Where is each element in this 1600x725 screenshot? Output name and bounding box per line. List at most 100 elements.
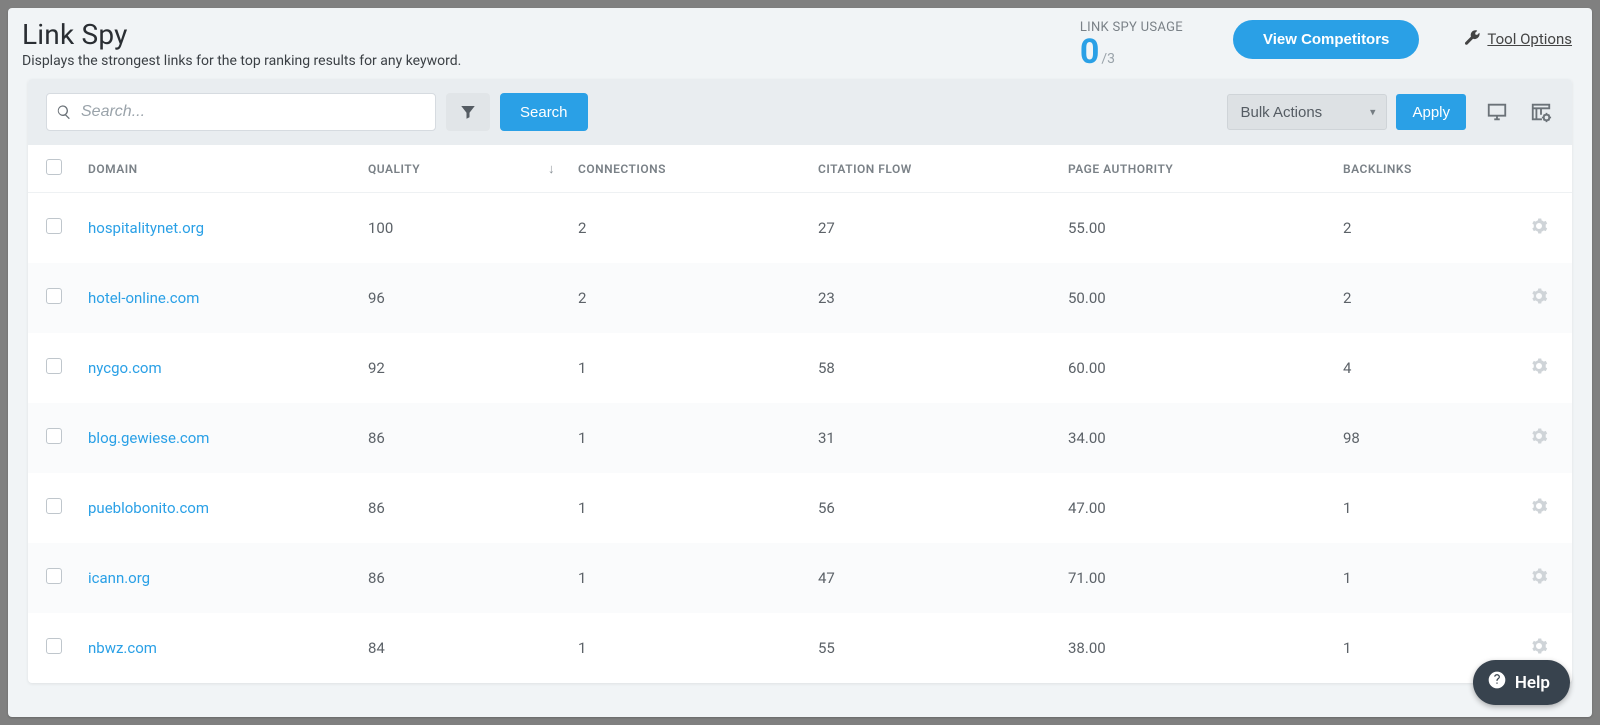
toolbar: Search Bulk Actions Apply (28, 79, 1572, 145)
cell-quality: 84 (368, 613, 548, 683)
tool-options-label: Tool Options (1487, 30, 1572, 48)
usage-used: 0 (1080, 35, 1100, 69)
cell-page-authority: 71.00 (1068, 543, 1343, 613)
table-row: icann.org8614771.001 (28, 543, 1572, 613)
usage-block: LINK SPY USAGE 0/3 (1080, 20, 1183, 69)
domain-link[interactable]: hospitalitynet.org (88, 219, 204, 237)
cell-page-authority: 55.00 (1068, 193, 1343, 264)
column-settings-button[interactable] (1528, 99, 1554, 125)
cell-connections: 1 (578, 403, 818, 473)
table-row: nycgo.com 92 15860.004 (28, 333, 1572, 403)
cell-connections: 1 (578, 613, 818, 683)
cell-citation-flow: 47 (818, 543, 1068, 613)
cell-quality: 92 (368, 333, 548, 403)
help-icon (1487, 670, 1507, 695)
bulk-actions-select[interactable]: Bulk Actions (1227, 94, 1387, 130)
content-card: Search Bulk Actions Apply DOMAIN QUALI (28, 79, 1572, 683)
cell-quality: 86 (368, 543, 548, 613)
row-settings-button[interactable] (1530, 571, 1548, 589)
domain-link[interactable]: nycgo.com (88, 359, 162, 377)
column-header-connections[interactable]: CONNECTIONS (578, 145, 818, 193)
row-checkbox[interactable] (46, 568, 62, 584)
usage-total: 3 (1107, 51, 1115, 67)
column-header-citation-flow[interactable]: CITATION FLOW (818, 145, 1068, 193)
domain-link[interactable]: icann.org (88, 569, 150, 587)
cell-citation-flow: 56 (818, 473, 1068, 543)
help-button[interactable]: Help (1473, 660, 1570, 705)
cell-citation-flow: 58 (818, 333, 1068, 403)
cell-page-authority: 60.00 (1068, 333, 1343, 403)
select-all-checkbox[interactable] (46, 159, 62, 175)
help-label: Help (1515, 673, 1550, 693)
apply-button[interactable]: Apply (1396, 94, 1466, 130)
domain-link[interactable]: blog.gewiese.com (88, 429, 209, 447)
view-competitors-button[interactable]: View Competitors (1233, 20, 1419, 59)
cell-backlinks: 1 (1343, 543, 1512, 613)
row-settings-button[interactable] (1530, 221, 1548, 239)
cell-backlinks: 1 (1343, 473, 1512, 543)
search-input[interactable] (46, 93, 436, 131)
cell-page-authority: 34.00 (1068, 403, 1343, 473)
table-row: blog.gewiese.com 86 13134.0098 (28, 403, 1572, 473)
wrench-icon (1463, 28, 1481, 50)
cell-quality: 96 (368, 263, 548, 333)
row-checkbox[interactable] (46, 218, 62, 234)
row-settings-button[interactable] (1530, 641, 1548, 659)
top-header: Link Spy Displays the strongest links fo… (8, 8, 1592, 79)
usage-value: 0/3 (1080, 35, 1183, 69)
cell-citation-flow: 55 (818, 613, 1068, 683)
search-icon (56, 104, 72, 120)
cell-backlinks: 2 (1343, 193, 1512, 264)
row-checkbox[interactable] (46, 498, 62, 514)
row-checkbox[interactable] (46, 428, 62, 444)
sort-indicator-icon[interactable]: ↓ (548, 162, 555, 177)
row-settings-button[interactable] (1530, 501, 1548, 519)
table-row: nbwz.com8415538.001 (28, 613, 1572, 683)
cell-connections: 2 (578, 193, 818, 264)
cell-quality: 86 (368, 403, 548, 473)
column-header-page-authority[interactable]: PAGE AUTHORITY (1068, 145, 1343, 193)
domain-link[interactable]: nbwz.com (88, 639, 157, 657)
row-settings-button[interactable] (1530, 291, 1548, 309)
page-subtitle: Displays the strongest links for the top… (22, 53, 1060, 69)
cell-citation-flow: 31 (818, 403, 1068, 473)
table-gear-icon (1530, 101, 1552, 123)
cell-connections: 1 (578, 333, 818, 403)
cell-page-authority: 38.00 (1068, 613, 1343, 683)
table-row: hotel-online.com9622350.002 (28, 263, 1572, 333)
domain-link[interactable]: hotel-online.com (88, 289, 199, 307)
results-table: DOMAIN QUALITY ↓ CONNECTIONS CITATION FL… (28, 145, 1572, 683)
column-header-domain[interactable]: DOMAIN (88, 145, 368, 193)
row-settings-button[interactable] (1530, 431, 1548, 449)
page-title: Link Spy (22, 18, 1060, 51)
monitor-icon (1486, 101, 1508, 123)
row-checkbox[interactable] (46, 288, 62, 304)
row-checkbox[interactable] (46, 358, 62, 374)
cell-backlinks: 2 (1343, 263, 1512, 333)
cell-backlinks: 4 (1343, 333, 1512, 403)
domain-link[interactable]: pueblobonito.com (88, 499, 209, 517)
cell-backlinks: 98 (1343, 403, 1512, 473)
cell-page-authority: 50.00 (1068, 263, 1343, 333)
column-header-backlinks[interactable]: BACKLINKS (1343, 145, 1512, 193)
row-checkbox[interactable] (46, 638, 62, 654)
filter-button[interactable] (446, 93, 490, 131)
table-row: hospitalitynet.org10022755.002 (28, 193, 1572, 264)
row-settings-button[interactable] (1530, 361, 1548, 379)
app-frame: Link Spy Displays the strongest links fo… (8, 8, 1592, 717)
search-button[interactable]: Search (500, 93, 588, 131)
column-header-quality[interactable]: QUALITY (368, 145, 548, 193)
tool-options-link[interactable]: Tool Options (1463, 28, 1572, 50)
cell-quality: 86 (368, 473, 548, 543)
search-input-wrap (46, 93, 436, 131)
cell-connections: 1 (578, 473, 818, 543)
cell-citation-flow: 27 (818, 193, 1068, 264)
display-settings-button[interactable] (1484, 99, 1510, 125)
table-row: pueblobonito.com8615647.001 (28, 473, 1572, 543)
cell-connections: 2 (578, 263, 818, 333)
cell-citation-flow: 23 (818, 263, 1068, 333)
cell-page-authority: 47.00 (1068, 473, 1343, 543)
cell-quality: 100 (368, 193, 548, 264)
funnel-icon (459, 103, 477, 121)
cell-connections: 1 (578, 543, 818, 613)
